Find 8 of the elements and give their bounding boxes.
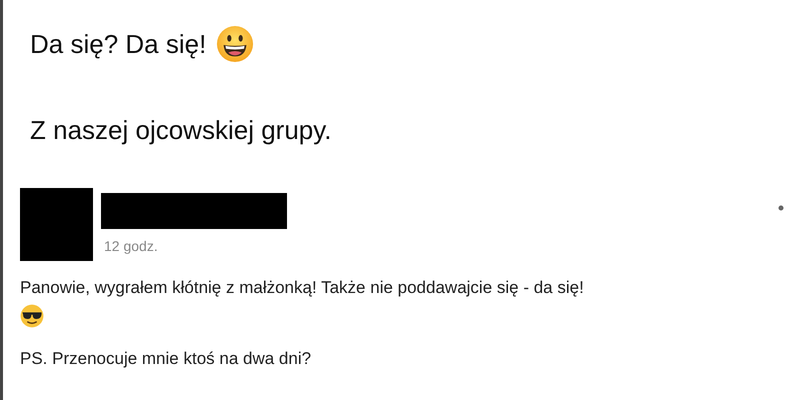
caption-text: Da się? Da się!	[30, 28, 206, 60]
post-text: PS. Przenocuje mnie ktoś na dwa dni?	[20, 348, 312, 370]
post-text: Panowie, wygrałem kłótnię z małżonką! Także nie poddawajcie się - da się!	[20, 277, 585, 299]
sunglasses-face-icon	[20, 304, 44, 328]
caption-text: Z naszej ojcowskiej grupy.	[30, 114, 332, 146]
post-time: 12 godz.	[104, 238, 159, 254]
dot-icon[interactable]	[778, 205, 784, 211]
grinning-face-icon	[216, 25, 254, 63]
